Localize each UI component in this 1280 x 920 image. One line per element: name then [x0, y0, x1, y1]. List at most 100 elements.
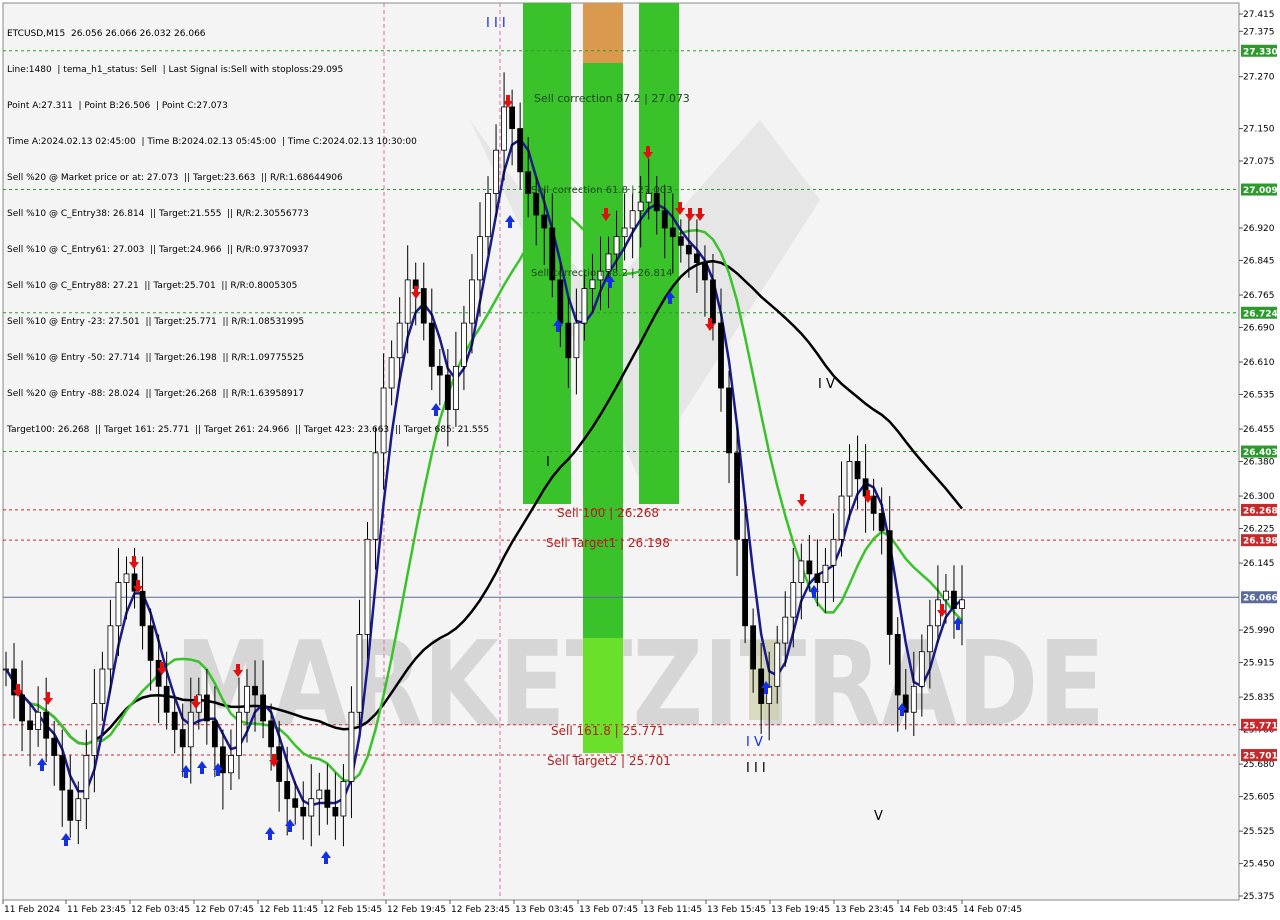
- candle-body: [926, 625, 933, 653]
- info-line: Time A:2024.02.13 02:45:00 | Time B:2024…: [7, 137, 417, 147]
- y-tick-label: 26.455: [1243, 425, 1275, 435]
- info-line: ETCUSD,M15 26.056 26.066 26.032 26.066: [7, 29, 206, 39]
- candle-body: [59, 755, 66, 791]
- candle-body: [525, 171, 532, 194]
- y-tick-label: 25.835: [1243, 693, 1275, 703]
- candle-body: [35, 711, 42, 730]
- candle-body: [203, 694, 210, 722]
- info-line: Sell %10 @ Entry -23: 27.501 || Target:2…: [7, 317, 305, 327]
- candle-body: [372, 452, 379, 540]
- zone-bar: [583, 3, 623, 63]
- candle-body: [894, 634, 901, 696]
- wave-label: I: [546, 455, 550, 470]
- candle-body: [774, 642, 781, 687]
- candle-body: [685, 244, 692, 255]
- candle-body: [702, 262, 708, 281]
- price-level-badge-text: 25.701: [1243, 752, 1278, 762]
- candle-body: [276, 746, 283, 782]
- candle-body: [139, 590, 146, 627]
- candle-body: [782, 616, 789, 644]
- candle-body: [726, 387, 732, 454]
- x-tick-label: 13 Feb 23:45: [835, 905, 894, 915]
- info-line: Line:1480 | tema_h1_status: Sell | Last …: [7, 65, 344, 75]
- y-tick-label: 26.765: [1243, 291, 1275, 301]
- candle-body: [244, 685, 250, 713]
- price-level-badge-text: 27.009: [1243, 186, 1278, 196]
- y-tick-label: 26.380: [1243, 457, 1275, 467]
- zone-label: Sell correction 38.2 | 26.814: [531, 268, 673, 279]
- price-level-badge-text: 26.403: [1243, 448, 1278, 458]
- candle-body: [661, 210, 668, 229]
- candle-body: [501, 106, 507, 151]
- candle-body: [348, 711, 355, 782]
- candle-body: [51, 737, 58, 756]
- zone-label: Sell Target1 | 26.198: [546, 536, 670, 550]
- candle-body: [621, 227, 628, 238]
- zone-label: Sell Target2 | 25.701: [547, 754, 671, 768]
- candle-body: [581, 288, 588, 324]
- candle-body: [123, 573, 130, 583]
- info-line: Sell %10 @ Entry -50: 27.714 || Target:2…: [7, 353, 305, 363]
- y-tick-label: 27.150: [1243, 125, 1275, 135]
- info-line: Point A:27.311 | Point B:26.506 | Point …: [7, 101, 228, 111]
- candle-body: [260, 694, 266, 722]
- candle-body: [653, 193, 660, 212]
- zone-bar: [583, 63, 623, 638]
- zone-label: Sell correction 87.2 | 27.073: [534, 92, 690, 105]
- y-tick-label: 27.075: [1243, 157, 1275, 167]
- candle-body: [509, 106, 516, 129]
- info-line: Sell %10 @ C_Entry88: 27.21 || Target:25…: [7, 281, 298, 291]
- candle-body: [19, 694, 25, 722]
- y-tick-label: 26.300: [1243, 492, 1275, 502]
- x-tick-label: 13 Feb 11:45: [643, 905, 702, 915]
- y-tick-label: 25.915: [1243, 659, 1275, 669]
- y-tick-label: 26.535: [1243, 390, 1275, 400]
- y-tick-label: 26.690: [1243, 323, 1275, 333]
- candle-body: [589, 279, 596, 289]
- price-level-badge-text: 26.198: [1243, 537, 1278, 547]
- candle-body: [493, 149, 499, 194]
- zone-label: Sell 161.8 | 25.771: [551, 724, 665, 738]
- candle-body: [171, 711, 178, 730]
- candle-body: [814, 573, 821, 583]
- candle-body: [107, 625, 114, 670]
- y-tick-label: 26.610: [1243, 358, 1275, 368]
- y-tick-label: 26.845: [1243, 256, 1275, 266]
- y-tick-label: 27.375: [1243, 27, 1275, 37]
- y-tick-label: 25.680: [1243, 760, 1275, 770]
- candle-body: [910, 685, 917, 713]
- x-tick-label: 12 Feb 23:45: [451, 905, 510, 915]
- y-tick-label: 25.450: [1243, 860, 1275, 870]
- price-level-badge-text: 26.268: [1243, 506, 1278, 516]
- candle-body: [163, 685, 170, 713]
- info-line: Sell %10 @ C_Entry38: 26.814 || Target:2…: [7, 209, 309, 219]
- candle-body: [187, 711, 194, 748]
- candle-body: [854, 461, 861, 480]
- candle-body: [83, 755, 90, 800]
- candle-body: [918, 651, 925, 687]
- candle-body: [211, 720, 218, 748]
- candle-body: [284, 781, 291, 800]
- candle-body: [798, 560, 805, 583]
- candle-body: [292, 798, 299, 808]
- candle-body: [268, 720, 275, 748]
- candle-body: [886, 530, 893, 635]
- candle-body: [316, 789, 323, 800]
- candle-body: [27, 720, 34, 730]
- candle-body: [75, 798, 82, 821]
- candle-body: [324, 789, 331, 808]
- candle-body: [693, 253, 700, 264]
- candle-body: [790, 582, 797, 618]
- candle-body: [252, 685, 258, 696]
- candle-body: [637, 201, 644, 212]
- candle-body: [91, 703, 98, 756]
- info-line: Sell %20 @ Entry -88: 28.024 || Target:2…: [7, 389, 305, 399]
- x-tick-label: 12 Feb 03:45: [131, 905, 190, 915]
- x-tick-label: 13 Feb 03:45: [515, 905, 574, 915]
- candle-body: [557, 279, 564, 324]
- candle-body: [517, 128, 524, 173]
- candle-body: [3, 668, 9, 671]
- y-tick-label: 26.920: [1243, 224, 1275, 234]
- wave-label: V: [874, 809, 883, 824]
- price-level-badge-text: 27.330: [1243, 47, 1278, 57]
